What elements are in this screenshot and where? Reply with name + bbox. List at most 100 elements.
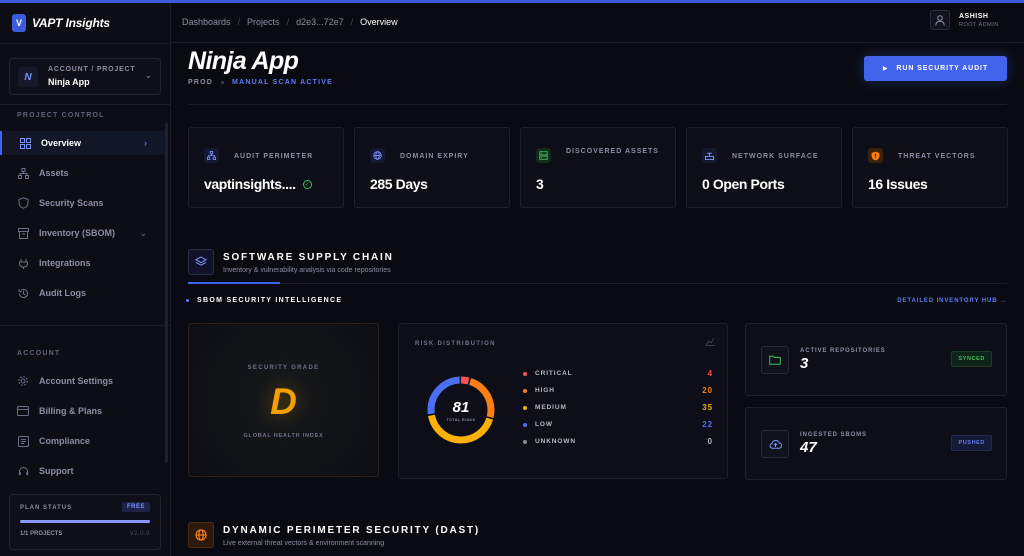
stat-card-domain-expiry[interactable]: DOMAIN EXPIRY 285 Days [354,127,510,208]
breadcrumb-project-id[interactable]: d2e3...72e7 [296,17,344,27]
bullet-dot [186,299,189,302]
stat-value: 16 Issues [868,176,928,192]
sitemap-icon [204,148,219,163]
shield-icon [17,197,29,209]
breadcrumb-dashboards[interactable]: Dashboards [182,17,231,27]
legend-label: MEDIUM [535,404,567,411]
plan-status-label: PLAN STATUS [20,505,73,511]
legend-swatch [523,406,527,410]
sbom-intel-title-text: SBOM SECURITY INTELLIGENCE [197,297,343,304]
legend-label: HIGH [535,387,555,394]
sidebar-item-account-settings[interactable]: Account Settings [0,369,165,393]
avatar [930,10,950,30]
section-title-account: ACCOUNT [17,350,61,357]
folder-icon [761,346,789,374]
plan-badge: FREE [121,502,150,512]
sidebar-item-audit-logs[interactable]: Audit Logs [0,281,165,305]
active-repositories-card[interactable]: ACTIVE REPOSITORIES 3 SYNCED [745,323,1007,396]
stat-card-discovered-assets[interactable]: DISCOVERED ASSETS 3 [520,127,676,208]
sidebar-item-label: Inventory (SBOM) [39,228,116,238]
brand-logo: V [12,14,26,32]
stat-value-text: vaptinsights.... [204,176,296,192]
breadcrumb-projects[interactable]: Projects [247,17,280,27]
active-repositories-label: ACTIVE REPOSITORIES [800,348,886,354]
legend-value: 4 [707,369,713,378]
sidebar-item-label: Integrations [39,258,91,268]
headset-icon [17,465,29,477]
sitemap-icon [17,167,29,179]
breadcrumb-separator: / [350,17,354,27]
document-icon [17,435,29,447]
verified-check-icon: ✓ [302,179,312,189]
risk-distribution-card: RISK DISTRIBUTION 81 TOTAL RISKS CRITICA… [398,323,728,479]
breadcrumb-separator: / [286,17,290,27]
stat-card-audit-perimeter[interactable]: AUDIT PERIMETER vaptinsights.... ✓ [188,127,344,208]
sidebar-item-inventory[interactable]: Inventory (SBOM) ⌄ [0,221,165,245]
stat-value: 3 [536,176,544,192]
sidebar-item-integrations[interactable]: Integrations [0,251,165,275]
environment-tag: PROD [188,79,214,86]
legend-label: UNKNOWN [535,438,576,445]
section-divider [280,283,1007,284]
plan-usage-bar [20,520,150,523]
sidebar-scrollbar[interactable] [165,123,168,463]
breadcrumb: Dashboards / Projects / d2e3...72e7 / Ov… [182,17,398,27]
stat-value: 0 Open Ports [702,176,785,192]
legend-value: 0 [707,437,713,446]
brand[interactable]: V VAPT Insights [12,14,110,32]
pushed-badge: PUSHED [951,435,992,451]
active-repositories-value: 3 [800,355,809,372]
risk-legend: CRITICAL 4 HIGH 20 MEDIUM 35 LOW 22 UNKN… [523,369,713,455]
topbar: Dashboards / Projects / d2e3...72e7 / Ov… [171,3,1024,43]
stat-card-network-surface[interactable]: NETWORK SURFACE 0 Open Ports [686,127,842,208]
sidebar-item-billing[interactable]: Billing & Plans [0,399,165,423]
sidebar-item-label: Compliance [39,436,91,446]
header-divider [188,104,1007,105]
risk-distribution-title: RISK DISTRIBUTION [415,341,496,347]
history-icon [17,287,29,299]
legend-row-critical: CRITICAL 4 [523,369,713,387]
project-switcher[interactable]: N ACCOUNT / PROJECT Ninja App ⌄ [9,58,161,95]
chevron-down-icon: ⌄ [144,70,152,80]
user-menu[interactable]: ASHISH ROOT ADMIN [930,10,1016,30]
user-icon [935,14,945,26]
detailed-inventory-hub-link[interactable]: DETAILED INVENTORY HUB → [897,298,1007,304]
sidebar-divider [0,325,171,326]
breadcrumb-current: Overview [360,17,398,27]
layers-icon [188,249,214,275]
sidebar-item-assets[interactable]: Assets [0,161,165,185]
security-grade-card[interactable]: SECURITY GRADE D GLOBAL HEALTH INDEX [188,323,379,477]
brand-name: VAPT Insights [32,16,110,30]
stat-value: 285 Days [370,176,428,192]
chart-icon[interactable] [705,333,715,351]
section-title: DYNAMIC PERIMETER SECURITY (DAST) [223,525,481,536]
sidebar-item-label: Security Scans [39,198,104,208]
card-icon [17,405,29,417]
sidebar-item-security-scans[interactable]: Security Scans [0,191,165,215]
plan-usage-fill [20,520,150,523]
sidebar-divider [0,104,171,105]
run-security-audit-button[interactable]: ▶ RUN SECURITY AUDIT [864,56,1007,81]
legend-swatch [523,440,527,444]
chevron-right-icon: › [144,138,147,148]
sidebar-item-overview[interactable]: Overview › [0,131,165,155]
supply-chain-header: SOFTWARE SUPPLY CHAIN Inventory & vulner… [188,249,392,275]
stat-label: THREAT VECTORS [898,153,976,160]
stat-label: DOMAIN EXPIRY [400,153,469,160]
ingested-sboms-card[interactable]: INGESTED SBOMS 47 PUSHED [745,407,1007,480]
main-content: Ninja App PROD MANUAL SCAN ACTIVE ▶ RUN … [171,43,1024,556]
page-meta: PROD MANUAL SCAN ACTIVE [188,79,333,86]
stat-label: DISCOVERED ASSETS [566,148,659,155]
sidebar-item-compliance[interactable]: Compliance [0,429,165,453]
section-subtitle: Live external threat vectors & environme… [223,540,385,547]
risk-donut-chart: 81 TOTAL RISKS [427,376,495,444]
plan-projects-count: 1/1 PROJECTS [20,531,63,537]
sidebar-item-label: Audit Logs [39,288,86,298]
sidebar-item-label: Account Settings [39,376,114,386]
plug-icon [17,257,29,269]
stat-card-threat-vectors[interactable]: THREAT VECTORS 16 Issues [852,127,1008,208]
global-health-index-label: GLOBAL HEALTH INDEX [243,433,324,439]
sidebar-item-support[interactable]: Support [0,459,165,483]
legend-label: LOW [535,421,553,428]
legend-row-high: HIGH 20 [523,386,713,404]
